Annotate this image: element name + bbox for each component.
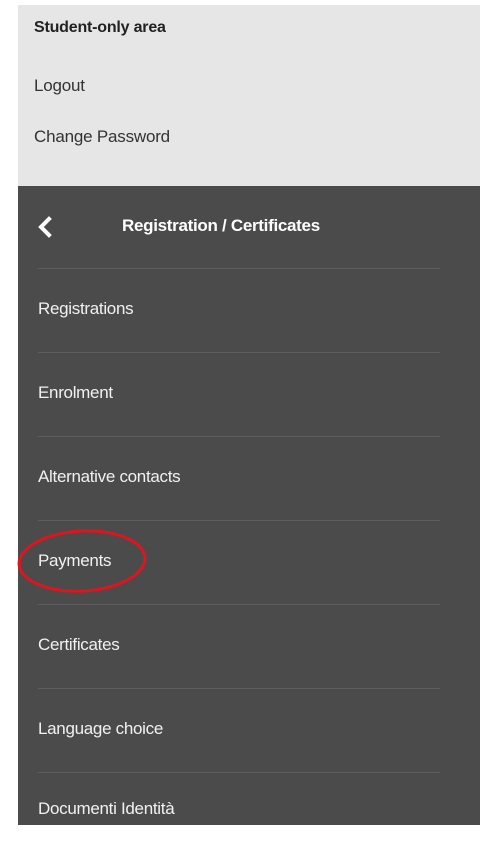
menu-item-payments[interactable]: Payments <box>18 521 458 604</box>
menu-header-title: Registration / Certificates <box>122 216 320 235</box>
menu-item-enrolment[interactable]: Enrolment <box>18 353 458 436</box>
menu-item-alternative-contacts[interactable]: Alternative contacts <box>18 437 458 520</box>
menu-item-label: Documenti Identità <box>38 799 175 818</box>
menu-item-registrations[interactable]: Registrations <box>18 269 458 352</box>
menu-back-header[interactable]: Registration / Certificates <box>18 186 480 268</box>
student-area-title: Student-only area <box>34 19 166 36</box>
menu-item-label: Alternative contacts <box>38 467 181 486</box>
student-area-panel: Student-only area Logout Change Password <box>18 5 480 186</box>
menu-item-label: Registrations <box>38 299 134 318</box>
menu-item-documenti-identita[interactable]: Documenti Identità <box>18 773 458 825</box>
registration-menu: Registration / Certificates Registration… <box>17 186 480 825</box>
menu-item-label: Enrolment <box>38 383 113 402</box>
chevron-left-icon[interactable] <box>36 216 56 238</box>
menu-item-label: Language choice <box>38 719 164 738</box>
side-navigation: Student-only area Logout Change Password… <box>17 5 480 825</box>
menu-item-language-choice[interactable]: Language choice <box>18 689 458 772</box>
menu-item-label: Certificates <box>38 635 120 654</box>
menu-item-label: Payments <box>38 551 112 570</box>
logout-link[interactable]: Logout <box>34 76 85 96</box>
change-password-link[interactable]: Change Password <box>34 127 170 147</box>
menu-item-certificates[interactable]: Certificates <box>18 605 458 688</box>
